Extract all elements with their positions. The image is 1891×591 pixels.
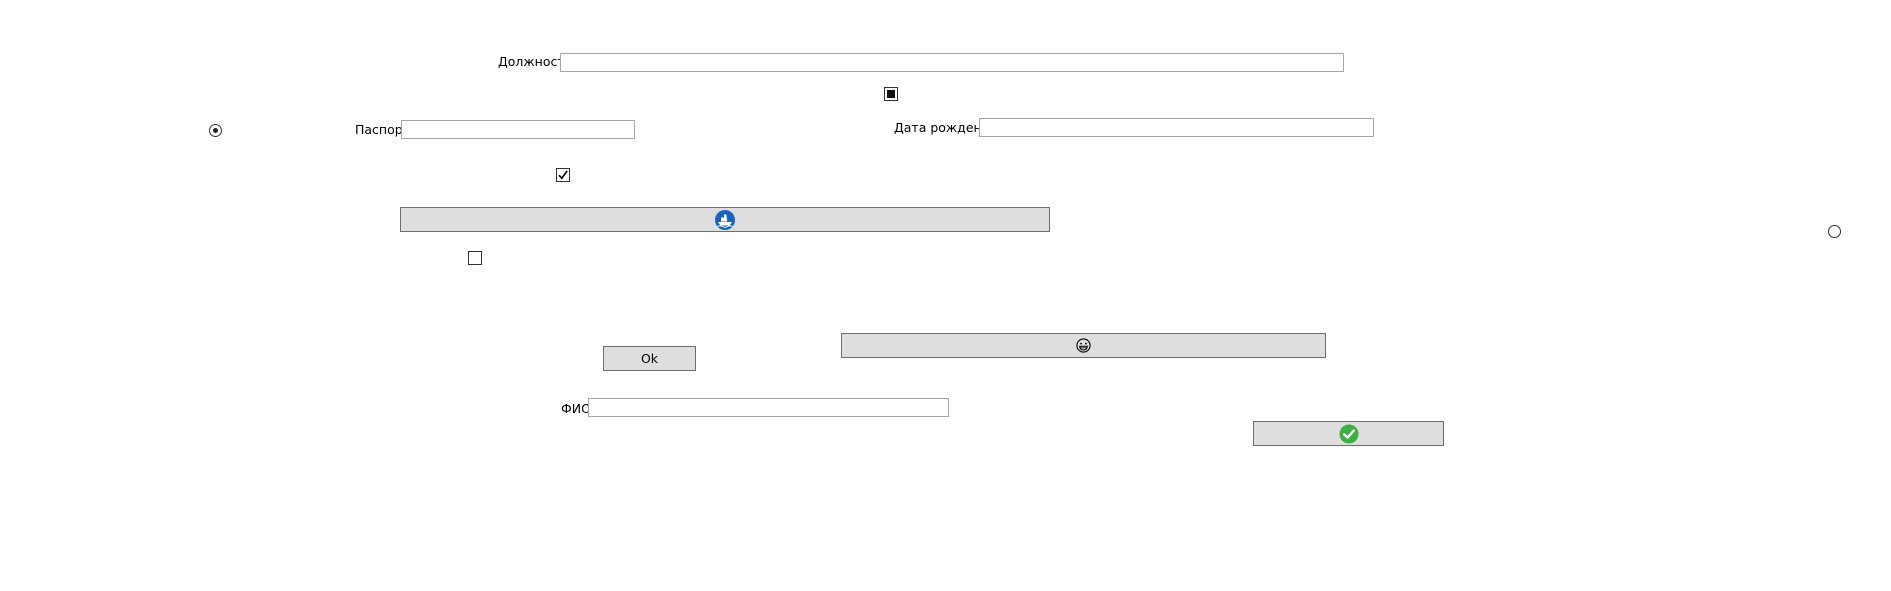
passport-field[interactable] — [401, 120, 635, 139]
fio-field[interactable] — [588, 398, 949, 417]
checkbox-unchecked[interactable] — [468, 251, 482, 265]
radio-dot — [213, 128, 218, 133]
birthdate-field[interactable] — [979, 118, 1374, 137]
check-mark-icon — [558, 170, 568, 180]
confirm-button[interactable] — [1253, 421, 1444, 446]
ship-button[interactable] — [400, 207, 1050, 232]
emoji-button[interactable] — [841, 333, 1326, 358]
checkbox-checked[interactable] — [556, 168, 570, 182]
indeterminate-mark — [887, 90, 895, 98]
radio-selected[interactable] — [209, 124, 222, 137]
fio-label: ФИО — [561, 401, 591, 416]
ok-button[interactable]: Ok — [603, 346, 696, 371]
grinning-face-icon — [1076, 338, 1091, 353]
ship-icon — [715, 209, 735, 230]
radio-unselected[interactable] — [1828, 225, 1841, 238]
checkbox-indeterminate[interactable] — [884, 87, 898, 101]
checkmark-icon — [1339, 424, 1358, 443]
position-field[interactable] — [560, 53, 1344, 72]
